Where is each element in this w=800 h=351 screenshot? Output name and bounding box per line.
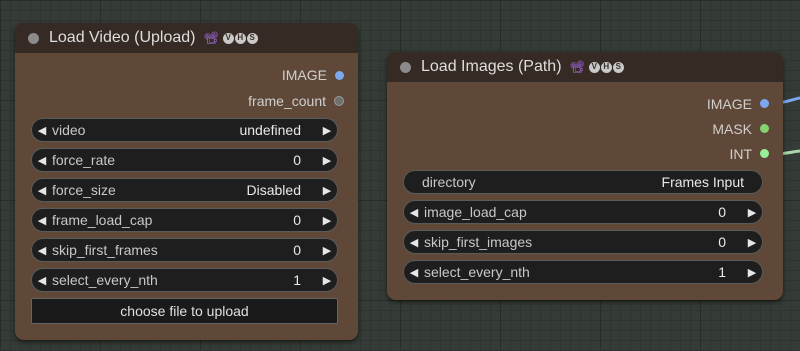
- badge-h-icon: H: [234, 32, 246, 44]
- widget-label: force_rate: [52, 152, 116, 168]
- widget-value: 0: [293, 212, 301, 228]
- image-slot-dot-icon[interactable]: [335, 70, 344, 80]
- video-combo-widget[interactable]: ◀ video undefined ▶: [31, 118, 338, 142]
- decrement-arrow-icon[interactable]: ◀: [32, 244, 52, 257]
- load-images-node[interactable]: Load Images (Path) 📽 V H S IMAGE MASK IN…: [387, 52, 783, 300]
- widget-label: select_every_nth: [424, 264, 530, 280]
- directory-text-widget[interactable]: directory Frames Input: [403, 170, 763, 194]
- decrement-arrow-icon[interactable]: ◀: [32, 214, 52, 227]
- badge-v-icon: V: [588, 61, 600, 73]
- choose-file-upload-button[interactable]: choose file to upload: [31, 298, 338, 324]
- select-every-nth-number-widget[interactable]: ◀ select_every_nth 1 ▶: [403, 260, 763, 284]
- increment-arrow-icon[interactable]: ▶: [742, 236, 762, 249]
- output-label: frame_count: [248, 93, 326, 109]
- output-slot-mask[interactable]: MASK: [387, 116, 783, 141]
- output-label: IMAGE: [281, 67, 327, 83]
- widget-value: 0: [718, 234, 726, 250]
- load-video-node[interactable]: Load Video (Upload) 📽 V H S IMAGE frame_…: [15, 23, 358, 340]
- increment-arrow-icon[interactable]: ▶: [317, 184, 337, 197]
- increment-arrow-icon[interactable]: ▶: [317, 124, 337, 137]
- badge-h-icon: H: [600, 61, 612, 73]
- widget-label: video: [52, 122, 86, 138]
- frame-count-slot-dot-icon[interactable]: [334, 96, 344, 106]
- widget-value: Disabled: [246, 182, 301, 198]
- increment-arrow-icon[interactable]: ▶: [317, 244, 337, 257]
- badge-v-icon: V: [222, 32, 234, 44]
- widget-label: skip_first_images: [424, 234, 533, 250]
- node-title: Load Video (Upload): [49, 29, 196, 46]
- mask-slot-dot-icon[interactable]: [760, 124, 769, 133]
- decrement-arrow-icon[interactable]: ◀: [32, 184, 52, 197]
- load-images-title-bar[interactable]: Load Images (Path) 📽 V H S: [387, 52, 783, 82]
- node-title: Load Images (Path): [421, 58, 562, 75]
- widget-label: frame_load_cap: [52, 212, 153, 228]
- vhs-badge: 📽 V H S: [570, 61, 624, 73]
- increment-arrow-icon[interactable]: ▶: [317, 274, 337, 287]
- decrement-arrow-icon[interactable]: ◀: [32, 124, 52, 137]
- widget-value: 0: [718, 204, 726, 220]
- output-label: MASK: [712, 120, 752, 137]
- widget-value: 1: [293, 272, 301, 288]
- skip-first-images-number-widget[interactable]: ◀ skip_first_images 0 ▶: [403, 230, 763, 254]
- decrement-arrow-icon[interactable]: ◀: [404, 266, 424, 279]
- widget-label: select_every_nth: [52, 272, 158, 288]
- decrement-arrow-icon[interactable]: ◀: [404, 236, 424, 249]
- output-slot-image[interactable]: IMAGE: [387, 91, 783, 116]
- decrement-arrow-icon[interactable]: ◀: [32, 154, 52, 167]
- widget-value: 0: [293, 242, 301, 258]
- output-slot-int[interactable]: INT: [387, 141, 783, 166]
- select-every-nth-number-widget[interactable]: ◀ select_every_nth 1 ▶: [31, 268, 338, 292]
- increment-arrow-icon[interactable]: ▶: [317, 154, 337, 167]
- vhs-badge: 📽 V H S: [203, 31, 258, 45]
- widget-label: force_size: [52, 182, 116, 198]
- load-video-title-bar[interactable]: Load Video (Upload) 📽 V H S: [15, 23, 358, 53]
- widget-value: undefined: [239, 122, 301, 138]
- output-slot-frame-count[interactable]: frame_count: [15, 88, 358, 114]
- badge-s-icon: S: [612, 61, 624, 73]
- force-rate-number-widget[interactable]: ◀ force_rate 0 ▶: [31, 148, 338, 172]
- frame-load-cap-number-widget[interactable]: ◀ frame_load_cap 0 ▶: [31, 208, 338, 232]
- badge-s-icon: S: [246, 32, 258, 44]
- widget-label: image_load_cap: [424, 204, 527, 220]
- load-images-body: IMAGE MASK INT directory Frames Input ◀ …: [387, 82, 783, 300]
- skip-first-frames-number-widget[interactable]: ◀ skip_first_frames 0 ▶: [31, 238, 338, 262]
- widget-label: skip_first_frames: [52, 242, 158, 258]
- decrement-arrow-icon[interactable]: ◀: [32, 274, 52, 287]
- increment-arrow-icon[interactable]: ▶: [742, 266, 762, 279]
- widget-value: 1: [718, 264, 726, 280]
- output-label: IMAGE: [706, 95, 752, 112]
- collapse-toggle-icon[interactable]: [28, 32, 39, 44]
- collapse-toggle-icon[interactable]: [400, 61, 411, 73]
- widget-label: directory: [422, 174, 476, 190]
- increment-arrow-icon[interactable]: ▶: [317, 214, 337, 227]
- load-video-body: IMAGE frame_count ◀ video undefined ▶ ◀ …: [15, 53, 358, 340]
- image-load-cap-number-widget[interactable]: ◀ image_load_cap 0 ▶: [403, 200, 763, 224]
- decrement-arrow-icon[interactable]: ◀: [404, 206, 424, 219]
- force-size-combo-widget[interactable]: ◀ force_size Disabled ▶: [31, 178, 338, 202]
- image-slot-dot-icon[interactable]: [760, 99, 769, 108]
- camera-icon: 📽: [203, 31, 219, 45]
- widget-value: 0: [293, 152, 301, 168]
- output-slot-image[interactable]: IMAGE: [15, 62, 358, 88]
- int-slot-dot-icon[interactable]: [760, 149, 769, 158]
- output-label: INT: [729, 145, 752, 162]
- camera-icon: 📽: [569, 60, 585, 74]
- widget-value: Frames Input: [661, 174, 744, 190]
- increment-arrow-icon[interactable]: ▶: [742, 206, 762, 219]
